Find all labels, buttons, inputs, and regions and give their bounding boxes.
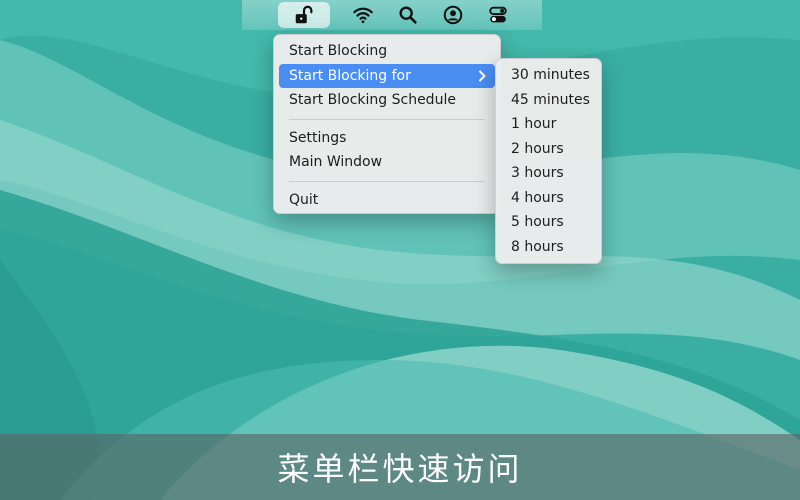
menu-item-quit[interactable]: Quit [279,188,495,213]
menu-item-main-window[interactable]: Main Window [279,150,495,175]
submenu-item-label: 45 minutes [511,91,590,108]
caption-text: 菜单栏快速访问 [277,450,523,488]
menu-item-label: Main Window [289,154,383,170]
menu-item-label: Quit [289,191,319,208]
status-menu: Start Blocking Start Blocking for Start … [273,34,501,214]
submenu-item-4-hours[interactable]: 4 hours [501,186,596,211]
submenu-item-label: 8 hours [511,238,564,255]
menu-bar [242,0,542,30]
lock-open-icon[interactable] [278,2,330,28]
submenu-item-label: 5 hours [511,214,564,230]
user-icon[interactable] [436,2,470,28]
chevron-right-icon [477,64,487,89]
submenu-item-label: 2 hours [511,140,564,157]
submenu-item-label: 30 minutes [511,67,590,83]
duration-submenu: 30 minutes 45 minutes 1 hour 2 hours 3 h… [495,58,602,264]
wifi-icon[interactable] [346,2,380,28]
submenu-item-3-hours[interactable]: 3 hours [501,161,596,186]
submenu-item-30-minutes[interactable]: 30 minutes [501,63,596,88]
submenu-item-label: 1 hour [511,116,557,132]
menu-item-label: Start Blocking Schedule [289,92,456,108]
menu-item-label: Settings [289,129,347,146]
submenu-item-2-hours[interactable]: 2 hours [501,137,596,162]
menu-item-start-blocking[interactable]: Start Blocking [279,39,495,64]
caption-banner: 菜单栏快速访问 [0,434,800,500]
menu-separator [289,118,485,120]
menu-item-start-blocking-for[interactable]: Start Blocking for [279,63,495,89]
search-icon[interactable] [391,2,425,28]
submenu-item-8-hours[interactable]: 8 hours [501,235,596,260]
menu-separator [289,180,485,182]
menu-item-settings[interactable]: Settings [279,126,495,151]
submenu-item-label: 4 hours [511,189,564,206]
menu-item-label: Start Blocking [289,43,388,59]
submenu-item-1-hour[interactable]: 1 hour [501,112,596,137]
menu-item-start-blocking-schedule[interactable]: Start Blocking Schedule [279,88,495,113]
menu-item-label: Start Blocking for [289,67,411,84]
submenu-item-45-minutes[interactable]: 45 minutes [501,88,596,113]
submenu-item-5-hours[interactable]: 5 hours [501,210,596,235]
submenu-item-label: 3 hours [511,165,564,181]
control-center-icon[interactable] [481,2,515,28]
